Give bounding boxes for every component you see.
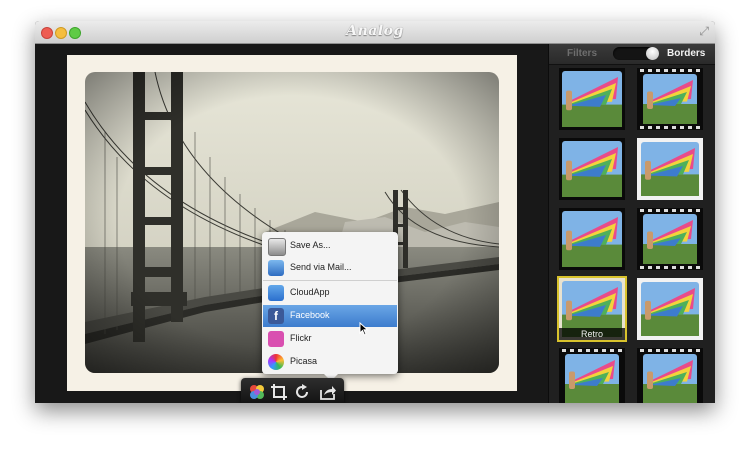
menu-item-flickr[interactable]: Flickr: [263, 328, 397, 350]
border-thumbnail[interactable]: [637, 278, 703, 340]
menu-item-facebook[interactable]: f Facebook: [263, 305, 397, 327]
menu-separator: [263, 280, 397, 281]
image-canvas: Save As... Send via Mail... CloudApp f F…: [35, 44, 548, 403]
filters-borders-switch: Filters Borders: [549, 44, 715, 65]
border-thumbnail[interactable]: [637, 138, 703, 200]
menu-item-send-via-mail[interactable]: Send via Mail...: [263, 257, 397, 279]
mode-toggle[interactable]: [613, 47, 659, 60]
app-title-logo: Analog: [346, 23, 404, 39]
border-thumbnail[interactable]: [637, 348, 703, 403]
toggle-knob[interactable]: [646, 47, 659, 60]
title-bar: Analog ⤢: [35, 21, 715, 44]
border-thumbnail[interactable]: Retro: [557, 276, 627, 342]
mouse-cursor-icon: [359, 322, 369, 336]
filter-wheel-icon[interactable]: [248, 383, 266, 401]
thumbnail-label-retro: Retro: [559, 328, 625, 340]
rotate-icon[interactable]: [293, 383, 311, 401]
menu-item-cloudapp[interactable]: CloudApp: [263, 282, 397, 304]
border-thumbnail[interactable]: [559, 348, 625, 403]
flickr-icon: [268, 331, 284, 347]
tab-borders[interactable]: Borders: [667, 48, 705, 59]
share-icon[interactable]: [319, 383, 337, 401]
crop-icon[interactable]: [270, 383, 288, 401]
drive-icon: [268, 238, 286, 256]
menu-item-picasa[interactable]: Picasa: [263, 351, 397, 373]
mail-icon: [268, 260, 284, 276]
border-thumbnail[interactable]: [559, 138, 625, 200]
border-thumbnail[interactable]: [637, 208, 703, 270]
fullscreen-icon[interactable]: ⤢: [699, 24, 709, 39]
share-menu: Save As... Send via Mail... CloudApp f F…: [262, 232, 398, 381]
photo-toolbar: [241, 378, 344, 403]
border-thumbnail[interactable]: [559, 68, 625, 130]
borders-sidebar: Filters Borders Retro: [548, 44, 715, 403]
border-thumbnail[interactable]: [559, 208, 625, 270]
cloud-icon: [268, 285, 284, 301]
menu-item-save-as[interactable]: Save As...: [263, 235, 397, 257]
tab-filters[interactable]: Filters: [567, 48, 597, 59]
border-thumbnail[interactable]: [637, 68, 703, 130]
picasa-icon: [268, 354, 284, 370]
app-window: Analog ⤢ Save As... Send via Mail... Clo…: [35, 21, 715, 403]
facebook-icon: f: [268, 308, 284, 324]
